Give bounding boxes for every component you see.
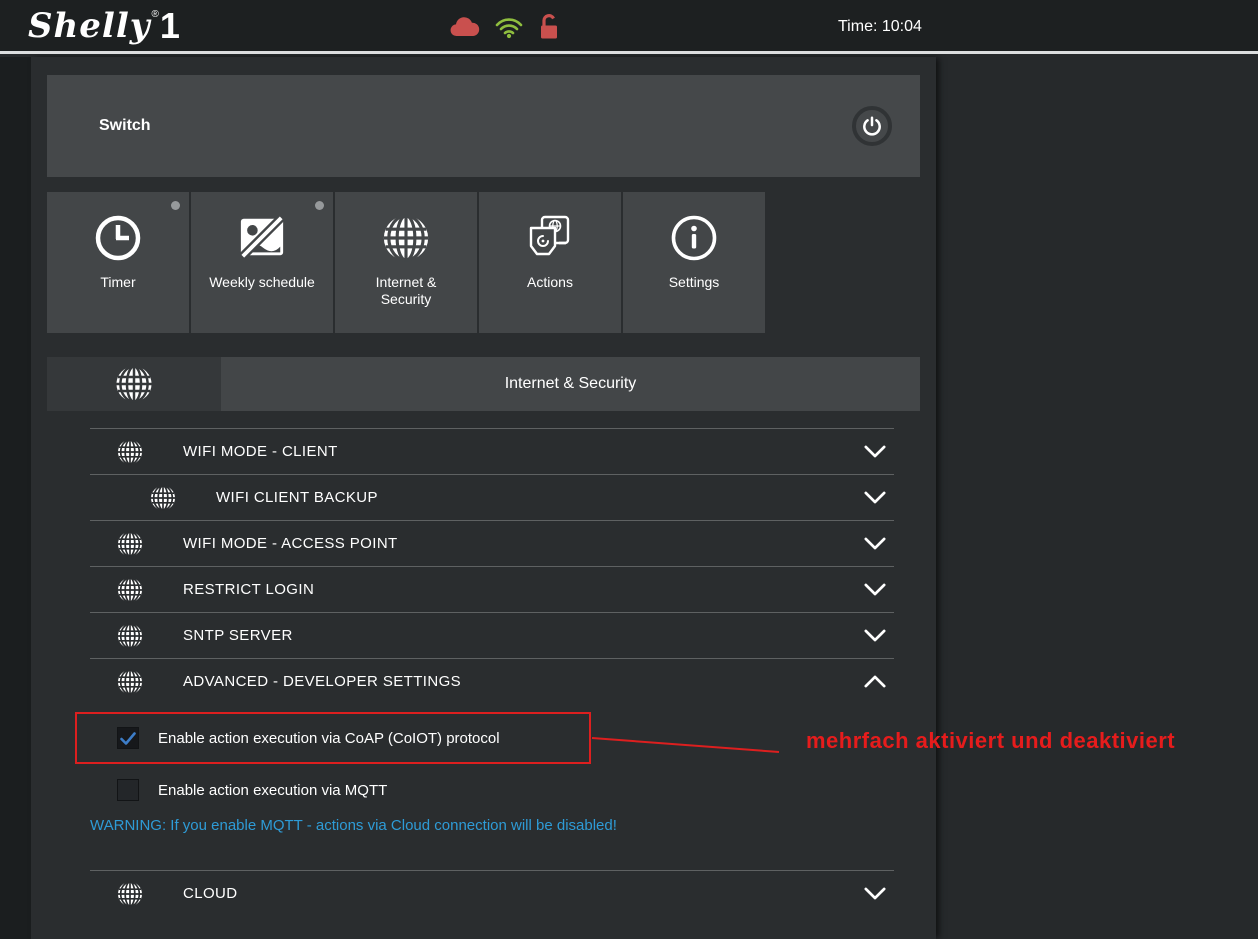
tab-settings[interactable]: Settings — [623, 192, 765, 333]
accordion-wifi-mode-access-point[interactable]: WIFI MODE - ACCESS POINT — [90, 520, 894, 566]
tab-weekly-schedule[interactable]: Weekly schedule — [191, 192, 333, 333]
globe-icon — [117, 623, 143, 649]
channel-card: Switch — [47, 75, 920, 177]
actions-icon — [529, 215, 570, 256]
mqtt-checkbox[interactable] — [117, 779, 139, 801]
tab-label: Internet & Security — [375, 274, 437, 307]
timer-active-dot — [171, 201, 180, 210]
schedule-active-dot — [315, 201, 324, 210]
globe-icon — [117, 577, 143, 603]
tab-label: Weekly schedule — [209, 274, 315, 290]
no-schedule-icon — [239, 214, 285, 260]
globe-icon — [117, 881, 143, 907]
accordion-label: WIFI MODE - CLIENT — [183, 443, 338, 460]
info-icon — [671, 215, 717, 261]
wifi-status-icon — [495, 17, 523, 38]
accordion-cloud[interactable]: CLOUD — [90, 870, 894, 916]
section-icon-box — [47, 357, 221, 411]
chevron-down-icon — [864, 583, 886, 596]
coiot-setting-row: Enable action execution via CoAP (CoIOT)… — [117, 726, 894, 750]
logo-brand: Shelly — [28, 6, 151, 46]
feature-tabs: Timer Weekly schedule Internet & Securit… — [47, 192, 920, 333]
top-bar: Shelly ® 1 Time: 10:04 — [0, 0, 1258, 54]
globe-icon — [117, 439, 143, 465]
accordion-wifi-mode-client[interactable]: WIFI MODE - CLIENT — [90, 428, 894, 474]
logo-model: 1 — [159, 5, 180, 46]
status-icons — [448, 0, 559, 54]
globe-icon — [115, 365, 153, 403]
registered-mark: ® — [151, 9, 159, 20]
tab-timer[interactable]: Timer — [47, 192, 189, 333]
coiot-checkbox-label: Enable action execution via CoAP (CoIOT)… — [158, 729, 500, 747]
tab-label: Settings — [668, 274, 720, 290]
lock-open-icon — [541, 14, 557, 39]
globe-icon — [382, 214, 430, 262]
cloud-section: CLOUD — [90, 870, 894, 916]
globe-icon — [150, 485, 176, 511]
settings-accordion: WIFI MODE - CLIENT WIFI CLIENT BACKUP WI… — [90, 428, 894, 916]
chevron-down-icon — [864, 445, 886, 458]
power-toggle-button[interactable] — [852, 106, 892, 146]
chevron-up-icon — [864, 675, 886, 688]
accordion-label: RESTRICT LOGIN — [183, 581, 315, 598]
tab-label: Actions — [527, 274, 573, 290]
mqtt-warning-text: WARNING: If you enable MQTT - actions vi… — [90, 817, 617, 834]
tab-internet-security[interactable]: Internet & Security — [335, 192, 477, 333]
mqtt-checkbox-label: Enable action execution via MQTT — [158, 781, 388, 799]
accordion-label: ADVANCED - DEVELOPER SETTINGS — [183, 673, 462, 690]
power-icon — [863, 116, 881, 136]
mqtt-setting-row: Enable action execution via MQTT — [117, 778, 894, 802]
chevron-down-icon — [864, 629, 886, 642]
coiot-checkbox[interactable] — [117, 727, 139, 749]
shelly-logo: Shelly ® 1 — [28, 4, 180, 48]
clock-icon — [95, 215, 141, 261]
section-title: Internet & Security — [221, 357, 920, 411]
accordion-label: SNTP SERVER — [183, 627, 293, 644]
tab-label: Timer — [100, 274, 136, 290]
chevron-down-icon — [864, 887, 886, 900]
globe-icon — [117, 669, 143, 695]
accordion-restrict-login[interactable]: RESTRICT LOGIN — [90, 566, 894, 612]
cloud-status-icon — [450, 17, 480, 37]
accordion-sntp-server[interactable]: SNTP SERVER — [90, 612, 894, 658]
accordion-label: WIFI CLIENT BACKUP — [216, 489, 378, 506]
chevron-down-icon — [864, 491, 886, 504]
device-time: Time: 10:04 — [838, 18, 922, 35]
tab-actions[interactable]: Actions — [479, 192, 621, 333]
channel-title: Switch — [99, 117, 151, 134]
accordion-label: CLOUD — [183, 885, 238, 902]
main-panel: Switch Timer Weekly schedule Internet & … — [31, 57, 936, 939]
chevron-down-icon — [864, 537, 886, 550]
accordion-wifi-client-backup[interactable]: WIFI CLIENT BACKUP — [90, 474, 894, 520]
advanced-settings-panel: Enable action execution via CoAP (CoIOT)… — [90, 726, 894, 834]
page-left-margin — [0, 57, 31, 939]
section-header: Internet & Security — [47, 357, 920, 411]
checkmark-icon — [120, 731, 136, 745]
accordion-label: WIFI MODE - ACCESS POINT — [183, 535, 398, 552]
accordion-advanced-developer-settings[interactable]: ADVANCED - DEVELOPER SETTINGS — [90, 658, 894, 704]
globe-icon — [117, 531, 143, 557]
